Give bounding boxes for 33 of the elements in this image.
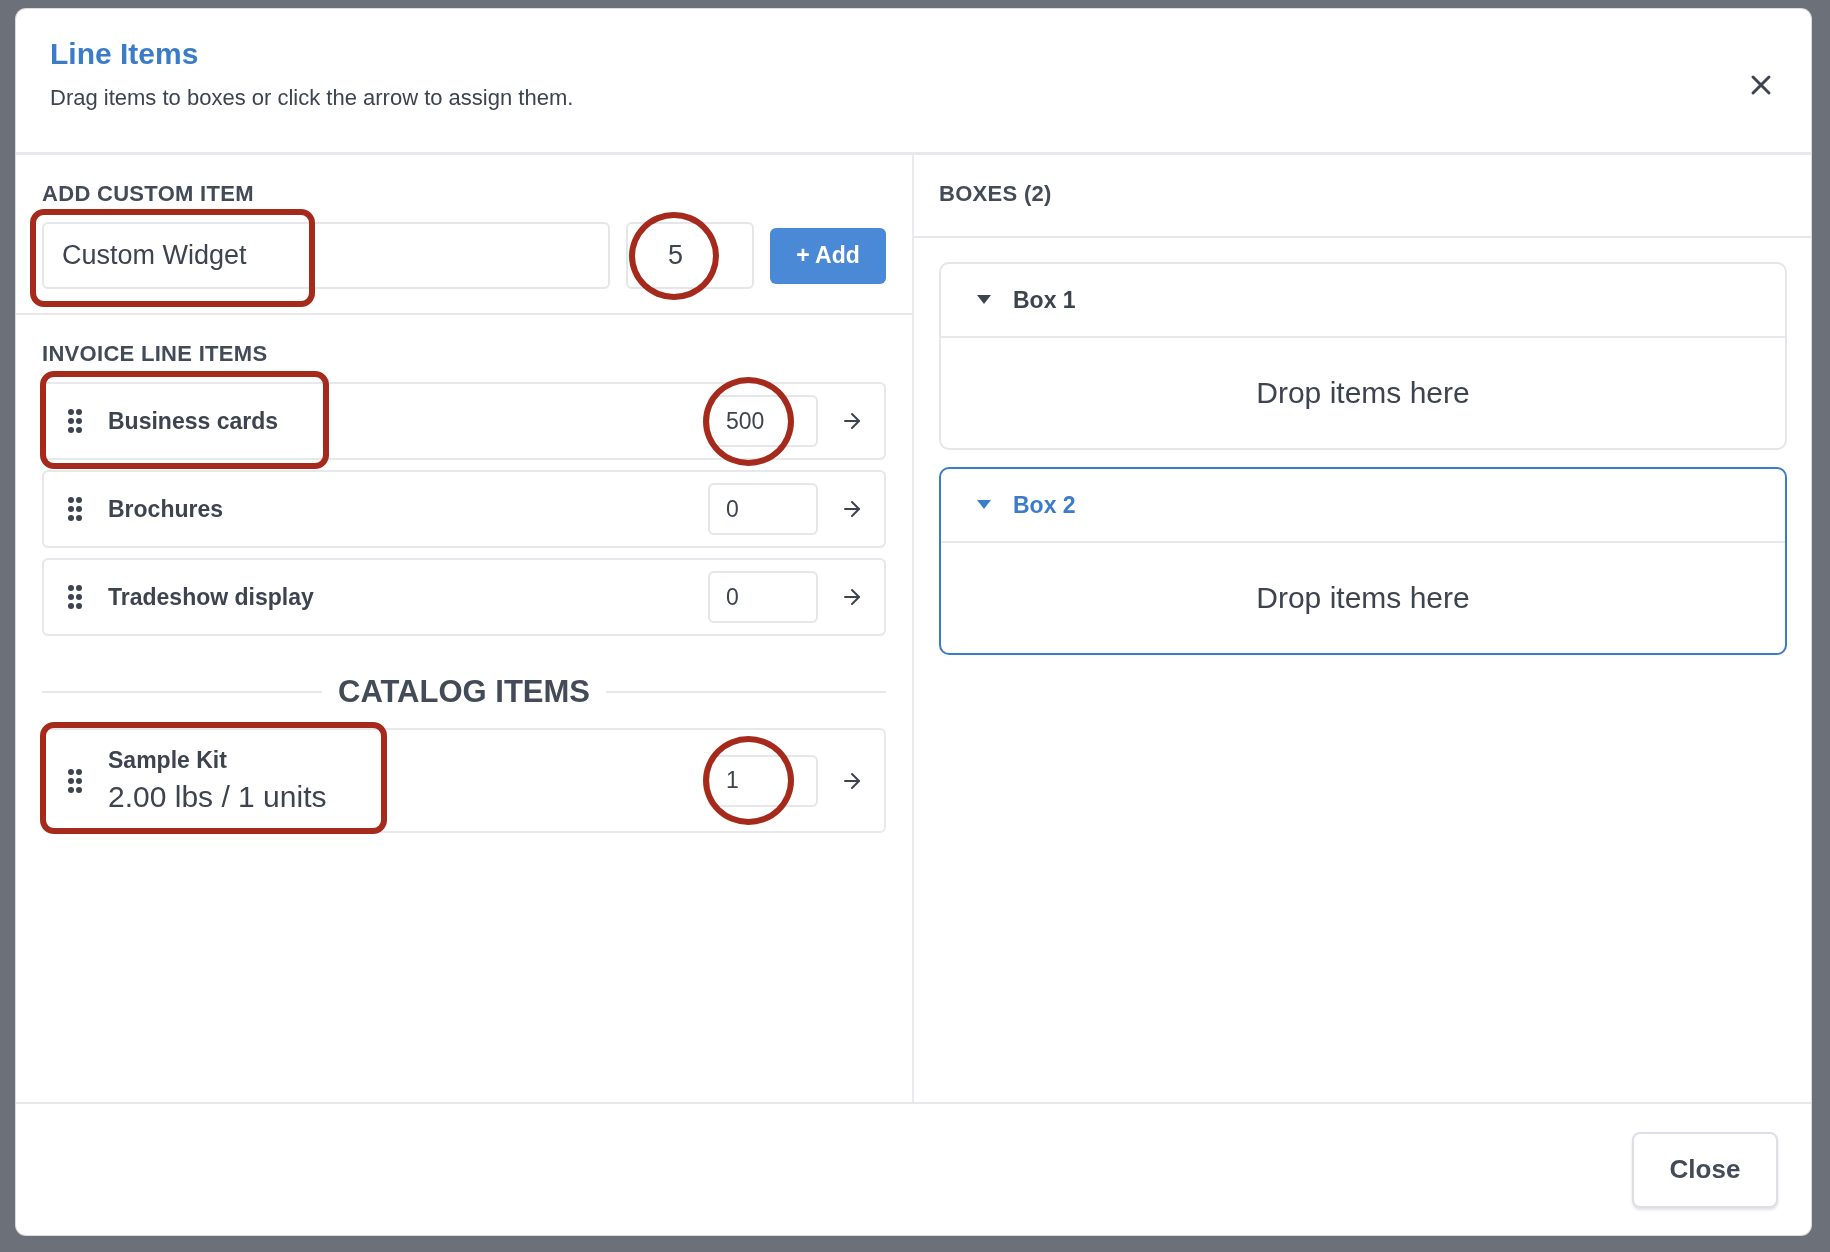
box-card[interactable]: Box 1 Drop items here <box>939 262 1787 450</box>
caret-icon <box>977 295 991 305</box>
caret-icon <box>977 500 991 510</box>
quantity-field[interactable]: 500 <box>708 395 818 447</box>
drag-handle-icon[interactable] <box>68 409 82 433</box>
line-item-row[interactable]: Brochures 0 <box>42 470 886 548</box>
drag-handle-icon[interactable] <box>68 585 82 609</box>
box-header[interactable]: Box 2 <box>941 469 1785 543</box>
quantity-field[interactable]: 5 <box>626 222 754 289</box>
add-button[interactable]: + Add <box>770 227 886 284</box>
item-name: Sample Kit <box>108 747 228 774</box>
section-label: BOXES (2) <box>939 181 1053 207</box>
dialog-subtitle: Drag items to boxes or click the arrow to assign them. <box>50 85 574 111</box>
close-button[interactable]: Close <box>1632 1131 1778 1208</box>
section-heading: CATALOG ITEMS <box>338 674 590 710</box>
item-name: Tradeshow display <box>108 583 314 611</box>
drag-handle-icon[interactable] <box>68 497 82 521</box>
section-label: INVOICE LINE ITEMS <box>42 341 269 367</box>
item-name: Business cards <box>108 407 279 435</box>
line-item-row[interactable]: Tradeshow display 0 <box>42 558 886 636</box>
box-header[interactable]: Box 1 <box>941 264 1785 338</box>
quantity-field[interactable]: 0 <box>708 571 818 623</box>
item-name-field[interactable]: Custom Widget <box>42 222 610 289</box>
dialog-title: Line Items <box>50 37 200 71</box>
quantity-field[interactable]: 0 <box>708 483 818 535</box>
drop-zone-text: Drop items here <box>1255 375 1471 411</box>
item-weight: 2.00 lbs / 1 units <box>108 780 327 814</box>
box-card[interactable]: Box 2 Drop items here <box>939 467 1787 655</box>
quantity-field[interactable]: 1 <box>708 754 818 807</box>
item-name: Brochures <box>108 495 224 523</box>
drop-zone-text: Drop items here <box>1255 580 1471 616</box>
section-label: ADD CUSTOM ITEM <box>42 181 255 207</box>
drag-handle-icon[interactable] <box>68 768 82 793</box>
